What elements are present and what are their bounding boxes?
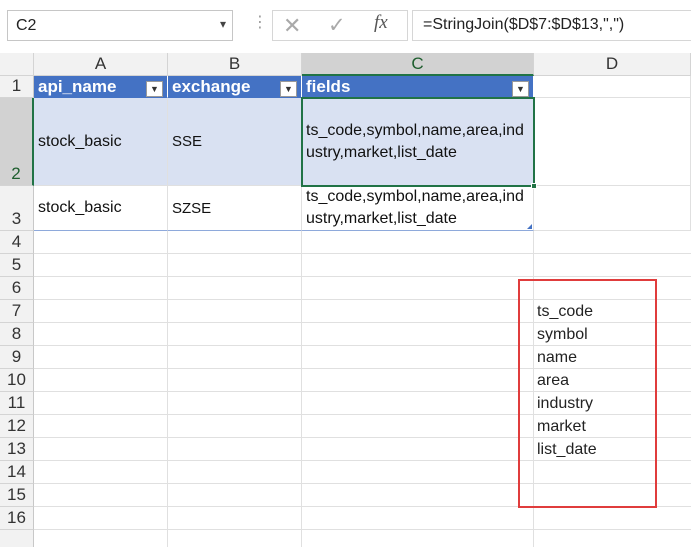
table-header-exchange[interactable]: exchange ▼ (168, 76, 302, 98)
formula-input[interactable]: =StringJoin($D$7:$D$13,",") (412, 10, 691, 41)
row-header-12[interactable]: 12 (0, 415, 34, 438)
column-header-a[interactable]: A (34, 53, 168, 76)
insert-function-icon[interactable]: fx (374, 12, 388, 34)
cell-a2[interactable]: stock_basic (34, 98, 168, 186)
highlight-box (518, 279, 657, 508)
cell-b3[interactable]: SZSE (168, 186, 302, 231)
header-label: api_name (38, 76, 117, 96)
name-box-value: C2 (16, 17, 37, 34)
row-header-4[interactable]: 4 (0, 231, 34, 254)
row-header-5[interactable]: 5 (0, 254, 34, 277)
row-header-17[interactable] (0, 530, 34, 547)
row-header-2[interactable]: 2 (0, 98, 34, 186)
row-header-13[interactable]: 13 (0, 438, 34, 461)
row-header-9[interactable]: 9 (0, 346, 34, 369)
name-box[interactable]: C2 ▾ (7, 10, 233, 41)
table-resize-handle-icon[interactable] (527, 224, 532, 229)
active-cell-selection (301, 97, 535, 187)
row-header-6[interactable]: 6 (0, 277, 34, 300)
column-header-d[interactable]: D (534, 53, 691, 76)
row-header-1[interactable]: 1 (0, 76, 34, 98)
column-header-c[interactable]: C (302, 53, 534, 76)
formula-text: =StringJoin($D$7:$D$13,",") (423, 16, 625, 33)
table-header-api-name[interactable]: api_name ▼ (34, 76, 168, 98)
cell-c3[interactable]: ts_code,symbol,name,area,industry,market… (302, 186, 534, 231)
row-header-8[interactable]: 8 (0, 323, 34, 346)
cell-a3[interactable]: stock_basic (34, 186, 168, 231)
filter-dropdown-icon[interactable]: ▼ (146, 81, 163, 97)
cell-d1[interactable] (534, 76, 691, 98)
column-header-b[interactable]: B (168, 53, 302, 76)
cell-d2[interactable] (534, 98, 691, 186)
row-header-11[interactable]: 11 (0, 392, 34, 415)
row-header-3[interactable]: 3 (0, 186, 34, 231)
filter-dropdown-icon[interactable]: ▼ (512, 81, 529, 97)
row-header-10[interactable]: 10 (0, 369, 34, 392)
cell-d3[interactable] (534, 186, 691, 231)
cancel-icon[interactable]: ✕ (283, 13, 301, 39)
select-all-corner[interactable] (0, 53, 34, 76)
drag-handle-icon[interactable]: ⋮ (252, 12, 268, 32)
formula-bar: C2 ▾ ⋮ ✕ ✓ fx =StringJoin($D$7:$D$13,","… (0, 0, 691, 53)
row-header-15[interactable]: 15 (0, 484, 34, 507)
table-header-fields[interactable]: fields ▼ (302, 76, 534, 98)
row-header-7[interactable]: 7 (0, 300, 34, 323)
row-header-14[interactable]: 14 (0, 461, 34, 484)
fill-handle[interactable] (531, 183, 537, 189)
header-label: fields (306, 76, 351, 96)
check-icon[interactable]: ✓ (328, 13, 346, 38)
row-header-16[interactable]: 16 (0, 507, 34, 530)
filter-dropdown-icon[interactable]: ▼ (280, 81, 297, 97)
cell-c3-text: ts_code,symbol,name,area,industry,market… (306, 188, 524, 227)
spreadsheet-grid[interactable]: A B C D 1 2 3 4 5 6 7 8 9 10 11 12 13 14… (0, 53, 691, 547)
header-label: exchange (172, 76, 251, 96)
cell-b2[interactable]: SSE (168, 98, 302, 186)
chevron-down-icon[interactable]: ▾ (220, 17, 226, 31)
